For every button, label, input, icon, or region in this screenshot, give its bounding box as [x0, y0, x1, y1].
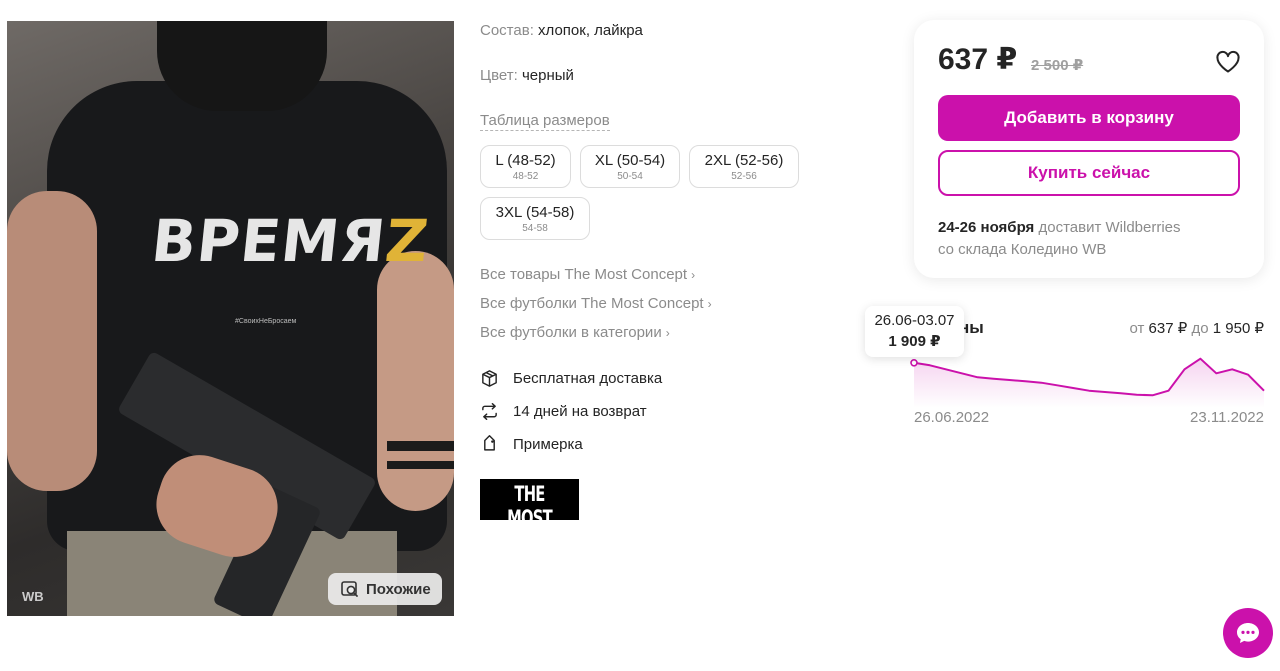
delivery-warehouse: со склада Коледино WB: [938, 241, 1107, 258]
brand-logo[interactable]: THE MOST CONCEPT: [480, 479, 579, 539]
link-label: Все футболки в категории: [480, 324, 662, 341]
similar-button[interactable]: Похожие: [328, 573, 442, 605]
tooltip-price: 1 909 ₽: [888, 333, 941, 350]
size-label: 3XL (54-58): [495, 204, 575, 221]
size-sub: 48-52: [512, 171, 539, 182]
tattoo-band: [387, 461, 454, 469]
feature-label: 14 дней на возврат: [513, 403, 647, 420]
size-chip-3xl[interactable]: 3XL (54-58) 54-58: [480, 197, 590, 240]
tag-icon: [484, 435, 495, 451]
box-icon: [482, 370, 497, 387]
chat-bubble-icon: [1237, 623, 1259, 643]
range-min: 637 ₽: [1148, 320, 1188, 337]
size-sub: 50-54: [617, 171, 643, 182]
color-line: Цвет: черный: [480, 67, 574, 84]
composition-key: Состав:: [480, 22, 534, 39]
feature-return: 14 дней на возврат: [480, 402, 647, 421]
delivery-text: доставит Wildberries: [1038, 219, 1181, 236]
link-all-brand-tshirts[interactable]: Все футболки The Most Concept ›: [480, 295, 712, 312]
price-card: 637 ₽ 2 500 ₽ Добавить в корзину Купить …: [914, 20, 1264, 278]
add-to-cart-button[interactable]: Добавить в корзину: [938, 95, 1240, 141]
composition-line: Состав: хлопок, лайкра: [480, 22, 643, 39]
price-tooltip: 26.06-03.07 1 909 ₽: [865, 306, 964, 357]
chevron-right-icon: ›: [707, 297, 712, 311]
price-area: [914, 358, 1264, 408]
buy-now-button[interactable]: Купить сейчас: [938, 150, 1240, 196]
size-sub: 52-56: [731, 171, 757, 182]
feature-label: Бесплатная доставка: [513, 370, 663, 387]
tooltip-dates: 26.06-03.07: [874, 312, 955, 329]
range-max: 1 950 ₽: [1212, 320, 1264, 337]
size-chip-xl[interactable]: XL (50-54) 50-54: [580, 145, 680, 188]
price-history-start-date: 26.06.2022: [914, 409, 990, 426]
feature-label: Примерка: [513, 436, 583, 453]
return-arrows-icon: [482, 402, 497, 421]
print-hashtag: #СвоихНеБросаем: [235, 318, 297, 325]
current-price: 637 ₽: [938, 43, 1018, 76]
chat-button[interactable]: [1223, 608, 1273, 658]
similar-label: Похожие: [366, 580, 431, 598]
composition-value: хлопок, лайкра: [538, 22, 643, 39]
chevron-right-icon: ›: [665, 326, 670, 340]
link-all-brand-products[interactable]: Все товары The Most Concept ›: [480, 266, 695, 283]
brand-logo-line2: CONCEPT: [502, 530, 557, 539]
similar-search-icon: [341, 581, 358, 597]
link-all-category-tshirts[interactable]: Все футболки в категории ›: [480, 324, 670, 341]
photo-watermark: WB: [22, 589, 44, 604]
price-history-range: от 637 ₽ до 1 950 ₽: [1129, 319, 1264, 337]
cap-shape: [157, 21, 327, 111]
size-chip-l[interactable]: L (48-52) 48-52: [480, 145, 571, 188]
print-z: Z: [382, 207, 433, 275]
link-label: Все товары The Most Concept: [480, 266, 688, 283]
selected-price-point[interactable]: [910, 359, 918, 367]
print-word: ВРЕМЯ: [148, 207, 390, 275]
price-history-end-date: 23.11.2022: [1190, 409, 1264, 426]
product-photo[interactable]: ВРЕМЯZ #СвоихНеБросаем WB Похожие: [7, 21, 454, 616]
delivery-dates: 24-26 ноября: [938, 219, 1035, 236]
feature-free-delivery: Бесплатная доставка: [480, 369, 662, 388]
size-label: XL (50-54): [594, 152, 666, 169]
color-value: черный: [521, 67, 574, 84]
size-label: L (48-52): [495, 152, 556, 169]
size-label: 2XL (52-56): [704, 152, 784, 169]
link-label: Все футболки The Most Concept: [480, 295, 704, 312]
feature-fitting: Примерка: [480, 435, 583, 454]
price-history-chart[interactable]: [910, 352, 1268, 408]
chevron-right-icon: ›: [691, 268, 696, 282]
shirt-print: ВРЕМЯZ: [148, 207, 432, 275]
color-key: Цвет:: [480, 67, 518, 84]
right-arm-shape: [377, 251, 454, 511]
size-table-link[interactable]: Таблица размеров: [480, 112, 610, 131]
brand-logo-line1: THE MOST: [507, 482, 553, 530]
size-sub: 54-58: [522, 223, 548, 234]
range-from-word: от: [1129, 320, 1145, 337]
heart-icon[interactable]: [1215, 50, 1241, 74]
old-price: 2 500 ₽: [1031, 57, 1084, 74]
delivery-info: 24-26 ноября доставит Wildberries со скл…: [938, 217, 1181, 261]
left-arm-shape: [7, 191, 97, 491]
range-to-word: до: [1191, 320, 1209, 337]
size-chip-2xl[interactable]: 2XL (52-56) 52-56: [689, 145, 799, 188]
tattoo-band: [387, 441, 454, 451]
